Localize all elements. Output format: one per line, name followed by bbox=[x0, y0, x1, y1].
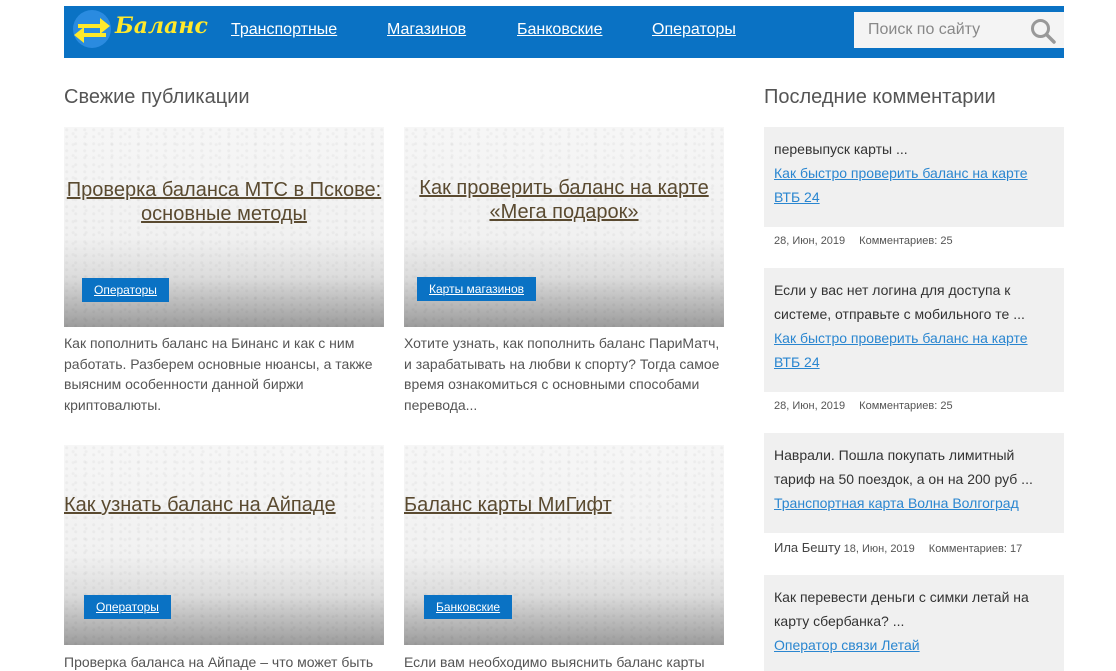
comment-bubble: Наврали. Пошла покупать лимитный тариф н… bbox=[764, 433, 1064, 533]
post-category-tag[interactable]: Банковские bbox=[424, 595, 513, 619]
comment-text: карту сбербанка? ... bbox=[774, 613, 905, 629]
comment-bubble: Если у вас нет логина для доступа к сист… bbox=[764, 268, 1064, 392]
comment-meta: 28, Июн, 2019 Комментариев: 25 bbox=[774, 235, 953, 247]
post-title-line: Как узнать баланс на Айпаде bbox=[64, 494, 336, 516]
comment-count: 17 bbox=[1010, 543, 1023, 555]
post-card[interactable]: Баланс карты МиГифт Банковские bbox=[404, 445, 724, 645]
post-category-tag[interactable]: Операторы bbox=[84, 595, 171, 619]
post-title-line: «Мега подарок» bbox=[489, 201, 639, 223]
comments-section-title: Последние комментарии bbox=[764, 86, 996, 108]
comment-tail bbox=[1014, 227, 1064, 247]
comment-meta: Ила Бешту 18, Июн, 2019 Комментариев: 17 bbox=[774, 540, 1022, 555]
comment-count: 25 bbox=[940, 400, 953, 412]
comment-post-link[interactable]: Оператор связи Летай bbox=[774, 637, 920, 653]
comment-date: 28, Июн, 2019 bbox=[774, 400, 846, 412]
post-category-tag[interactable]: Карты магазинов bbox=[417, 277, 536, 301]
post-title-line: Баланс карты МиГифт bbox=[404, 494, 612, 516]
posts-section-title: Свежие публикации bbox=[64, 86, 250, 108]
nav-item-transport[interactable]: Транспортные bbox=[231, 21, 337, 39]
excerpt-line: и зарабатывать на любви к спорту? Тогда … bbox=[404, 355, 720, 372]
comment-author[interactable]: Ила Бешту bbox=[774, 540, 841, 555]
comment-count: 25 bbox=[940, 235, 953, 247]
excerpt-line: перевода... bbox=[404, 396, 478, 413]
excerpt-line: Если вам необходимо выяснить баланс карт… bbox=[404, 654, 705, 670]
search-icon[interactable] bbox=[1030, 18, 1056, 44]
nav-item-banks[interactable]: Банковские bbox=[517, 21, 602, 39]
comment-tail bbox=[1014, 392, 1064, 412]
comment-text: Если у вас нет логина для доступа к bbox=[774, 282, 1011, 298]
excerpt-line: работать. Разберем основные нюансы, а та… bbox=[64, 355, 373, 372]
post-excerpt: Как пополнить баланс на Бинанс и как с н… bbox=[64, 333, 384, 415]
comment-post-link[interactable]: Транспортная карта Волна Волгоград bbox=[774, 495, 1019, 511]
comment-meta: 28, Июн, 2019 Комментариев: 25 bbox=[774, 400, 953, 412]
comment-count-label: Комментариев: bbox=[859, 400, 938, 412]
post-title-link[interactable]: Как проверить баланс на карте «Мега пода… bbox=[404, 176, 724, 224]
comment-text: Как перевести деньги с симки летай на bbox=[774, 589, 1029, 605]
comment-count-label: Комментариев: bbox=[859, 235, 938, 247]
comment-post-link[interactable]: Как быстро проверить баланс на карте ВТБ … bbox=[774, 165, 1028, 205]
comment-date: 18, Июн, 2019 bbox=[843, 543, 915, 555]
excerpt-line: криптовалюты. bbox=[64, 396, 162, 413]
comment-text: тариф на 50 поездок, а он на 200 руб ... bbox=[774, 471, 1033, 487]
post-title-line: Как проверить баланс на карте bbox=[419, 177, 709, 199]
post-card[interactable]: Как узнать баланс на Айпаде Операторы bbox=[64, 445, 384, 645]
comment-bubble: Как перевести деньги с симки летай на ка… bbox=[764, 575, 1064, 671]
post-title-link[interactable]: Как узнать баланс на Айпаде bbox=[64, 493, 384, 517]
excerpt-line: выясним особенности данной биржи bbox=[64, 376, 304, 392]
comment-date: 28, Июн, 2019 bbox=[774, 235, 846, 247]
comment-post-link[interactable]: Как быстро проверить баланс на карте ВТБ … bbox=[774, 330, 1028, 370]
post-excerpt: Хотите узнать, как пополнить баланс Пари… bbox=[404, 333, 724, 415]
excerpt-line: время ознакомиться с основными способами bbox=[404, 376, 700, 392]
excerpt-line: Проверка баланса на Айпаде – что может б… bbox=[64, 654, 374, 670]
comment-text: перевыпуск карты ... bbox=[774, 141, 908, 157]
site-header: Баланс Транспортные Магазинов Банковские… bbox=[64, 6, 1064, 58]
search-input[interactable] bbox=[854, 12, 1024, 48]
post-title-link[interactable]: Баланс карты МиГифт bbox=[404, 493, 724, 517]
comment-bubble: перевыпуск карты ... Как быстро проверит… bbox=[764, 127, 1064, 227]
comment-text: системе, отправьте с мобильного те ... bbox=[774, 306, 1025, 322]
post-category-tag[interactable]: Операторы bbox=[82, 278, 169, 302]
post-card[interactable]: Проверка баланса МТС в Пскове: основные … bbox=[64, 127, 384, 327]
nav-item-stores[interactable]: Магазинов bbox=[387, 21, 466, 39]
post-excerpt: Если вам необходимо выяснить баланс карт… bbox=[404, 652, 724, 671]
excerpt-line: Как пополнить баланс на Бинанс и как с н… bbox=[64, 335, 355, 351]
comment-count-label: Комментариев: bbox=[928, 543, 1007, 555]
post-excerpt: Проверка баланса на Айпаде – что может б… bbox=[64, 652, 384, 671]
search-box bbox=[854, 12, 1064, 48]
excerpt-line: Хотите узнать, как пополнить баланс Пари… bbox=[404, 335, 720, 351]
nav-item-operators[interactable]: Операторы bbox=[652, 21, 736, 39]
post-card[interactable]: Как проверить баланс на карте «Мега пода… bbox=[404, 127, 724, 327]
post-title-line: основные методы bbox=[141, 203, 307, 225]
post-title-link[interactable]: Проверка баланса МТС в Пскове: основные … bbox=[64, 178, 384, 226]
post-title-line: Проверка баланса МТС в Пскове: bbox=[66, 179, 382, 201]
comment-text: Наврали. Пошла покупать лимитный bbox=[774, 447, 1015, 463]
